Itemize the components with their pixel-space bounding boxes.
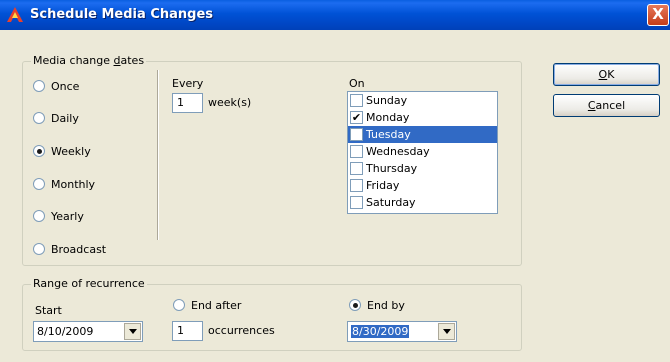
radio-yearly[interactable]: Yearly bbox=[33, 208, 84, 224]
radio-yearly-circle[interactable] bbox=[33, 210, 45, 222]
end-by-date-value: 8/30/2009 bbox=[351, 325, 410, 338]
end-by-date-dropdown-button[interactable] bbox=[438, 323, 455, 340]
checkbox-tuesday[interactable] bbox=[350, 128, 363, 141]
radio-broadcast-circle[interactable] bbox=[33, 243, 45, 255]
radio-once-circle[interactable] bbox=[33, 80, 45, 92]
checkbox-saturday[interactable] bbox=[350, 196, 363, 209]
day-item-wednesday[interactable]: Wednesday bbox=[348, 143, 497, 160]
radio-daily-label: Daily bbox=[51, 111, 79, 125]
radio-weekly-label: Weekly bbox=[51, 144, 91, 158]
close-icon: X bbox=[652, 5, 664, 23]
media-change-dates-legend: Media change dates bbox=[31, 54, 147, 67]
radio-yearly-label: Yearly bbox=[51, 209, 84, 223]
checkbox-wednesday[interactable] bbox=[350, 145, 363, 158]
range-of-recurrence-legend: Range of recurrence bbox=[31, 277, 147, 290]
window-title: Schedule Media Changes bbox=[30, 7, 213, 22]
day-item-friday[interactable]: Friday bbox=[348, 177, 497, 194]
radio-end-by-label: End by bbox=[367, 298, 405, 312]
range-of-recurrence-group: Range of recurrence Start 8/10/2009 End … bbox=[22, 277, 522, 351]
start-date-value: 8/10/2009 bbox=[37, 325, 94, 338]
vertical-divider bbox=[157, 70, 159, 240]
radio-monthly[interactable]: Monthly bbox=[33, 176, 95, 192]
occurrences-label: occurrences bbox=[208, 324, 275, 337]
day-label-sunday: Sunday bbox=[366, 94, 408, 107]
checkbox-friday[interactable] bbox=[350, 179, 363, 192]
radio-daily-circle[interactable] bbox=[33, 112, 45, 124]
radio-end-by-circle[interactable] bbox=[349, 299, 361, 311]
end-by-date-combo[interactable]: 8/30/2009 bbox=[347, 321, 457, 342]
start-date-dropdown-button[interactable] bbox=[124, 323, 141, 340]
radio-end-after-circle[interactable] bbox=[173, 299, 185, 311]
radio-weekly-circle[interactable] bbox=[33, 145, 45, 157]
days-listbox[interactable]: Sunday ✔ Monday Tuesday Wednesday Thursd… bbox=[347, 91, 498, 214]
checkbox-monday[interactable]: ✔ bbox=[350, 111, 363, 124]
radio-daily[interactable]: Daily bbox=[33, 110, 79, 126]
close-button[interactable]: X bbox=[647, 4, 669, 26]
checkmark-icon: ✔ bbox=[351, 111, 362, 124]
occurrences-input[interactable]: 1 bbox=[172, 321, 203, 341]
day-label-thursday: Thursday bbox=[366, 162, 418, 175]
radio-selected-dot-icon bbox=[352, 302, 358, 308]
chevron-down-icon bbox=[442, 329, 451, 334]
on-label: On bbox=[349, 77, 365, 90]
checkbox-thursday[interactable] bbox=[350, 162, 363, 175]
radio-monthly-label: Monthly bbox=[51, 177, 96, 191]
radio-weekly[interactable]: Weekly bbox=[33, 143, 91, 159]
radio-end-by[interactable]: End by bbox=[349, 297, 405, 313]
day-label-friday: Friday bbox=[366, 179, 400, 192]
ok-button[interactable]: OK bbox=[553, 63, 660, 86]
title-bar[interactable]: Schedule Media Changes X bbox=[0, 0, 670, 30]
radio-monthly-circle[interactable] bbox=[33, 178, 45, 190]
day-item-monday[interactable]: ✔ Monday bbox=[348, 109, 497, 126]
radio-once-label: Once bbox=[51, 79, 80, 93]
day-label-monday: Monday bbox=[366, 111, 410, 124]
day-item-thursday[interactable]: Thursday bbox=[348, 160, 497, 177]
dialog-body: Media change dates Once Daily Weekly Mon… bbox=[0, 30, 670, 362]
app-logo-icon bbox=[7, 7, 23, 22]
media-change-dates-group: Media change dates Once Daily Weekly Mon… bbox=[22, 54, 522, 266]
radio-once[interactable]: Once bbox=[33, 78, 79, 94]
weeks-unit-label: week(s) bbox=[208, 96, 252, 109]
radio-broadcast-label: Broadcast bbox=[51, 242, 107, 256]
start-label: Start bbox=[35, 304, 62, 317]
every-input[interactable]: 1 bbox=[172, 93, 203, 113]
radio-broadcast[interactable]: Broadcast bbox=[33, 241, 106, 257]
day-item-tuesday[interactable]: Tuesday bbox=[348, 126, 497, 143]
day-label-saturday: Saturday bbox=[366, 196, 416, 209]
day-label-wednesday: Wednesday bbox=[366, 145, 430, 158]
day-item-saturday[interactable]: Saturday bbox=[348, 194, 497, 211]
every-label: Every bbox=[172, 77, 204, 90]
day-label-tuesday: Tuesday bbox=[366, 128, 411, 141]
day-item-sunday[interactable]: Sunday bbox=[348, 92, 497, 109]
cancel-button[interactable]: Cancel bbox=[553, 94, 660, 117]
chevron-down-icon bbox=[128, 329, 137, 334]
radio-end-after-label: End after bbox=[191, 298, 242, 312]
start-date-combo[interactable]: 8/10/2009 bbox=[33, 321, 143, 342]
radio-selected-dot-icon bbox=[36, 148, 42, 154]
checkbox-sunday[interactable] bbox=[350, 94, 363, 107]
radio-end-after[interactable]: End after bbox=[173, 297, 241, 313]
